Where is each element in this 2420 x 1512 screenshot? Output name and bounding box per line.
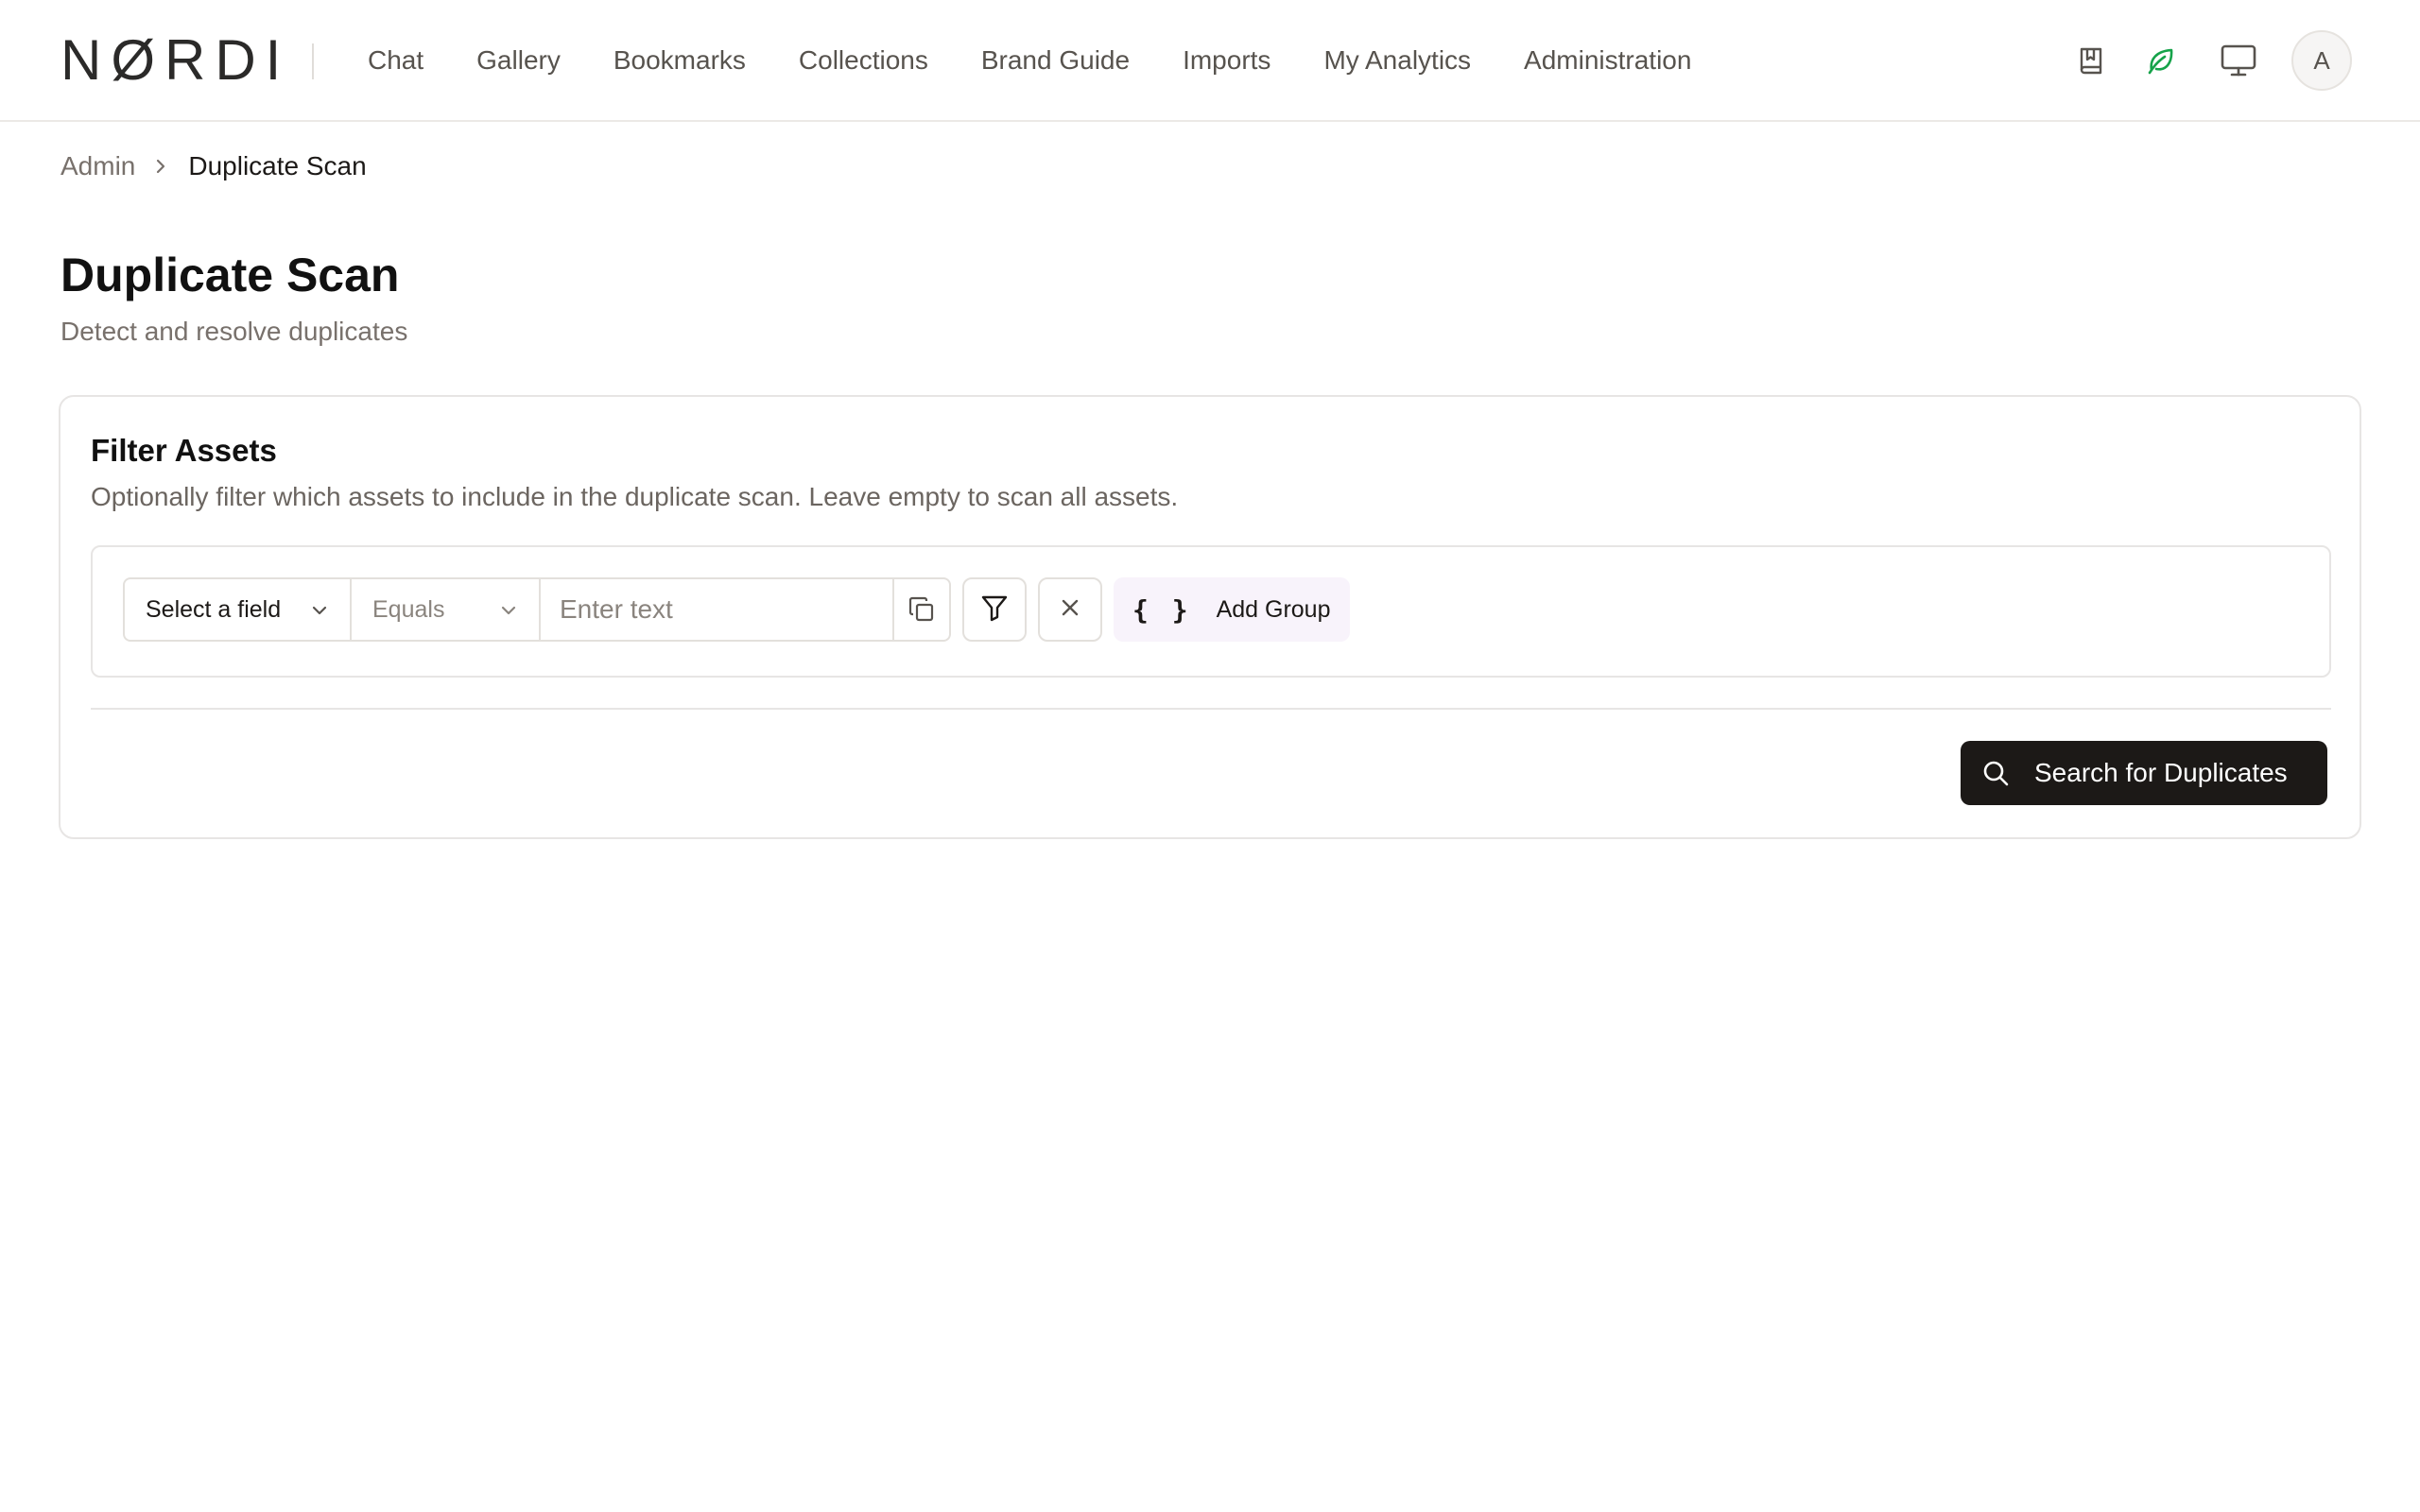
nav-item-collections[interactable]: Collections [799, 45, 928, 76]
nordi-logo[interactable]: NØRDI [60, 32, 290, 89]
filter-rule-controls: Select a field Equals Enter text [123, 577, 951, 642]
close-icon [1059, 596, 1081, 624]
page-subtitle: Detect and resolve duplicates [60, 317, 408, 346]
filter-card-title: Filter Assets [91, 433, 277, 468]
top-navigation-bar: NØRDI Chat Gallery Bookmarks Collections… [0, 0, 2420, 122]
page-title: Duplicate Scan [60, 249, 400, 301]
filter-value-placeholder: Enter text [560, 594, 673, 624]
user-avatar[interactable]: A [2291, 30, 2352, 91]
nav-item-my-analytics[interactable]: My Analytics [1323, 45, 1471, 76]
add-group-label: Add Group [1216, 595, 1331, 623]
search-button-label: Search for Duplicates [2034, 758, 2288, 787]
nav-item-administration[interactable]: Administration [1524, 45, 1691, 76]
copy-icon[interactable] [894, 579, 949, 640]
field-select[interactable]: Select a field [125, 579, 352, 640]
operator-select-label: Equals [372, 595, 445, 623]
nav-item-brand-guide[interactable]: Brand Guide [981, 45, 1130, 76]
breadcrumb-current: Duplicate Scan [188, 151, 367, 180]
filter-builder: Select a field Equals Enter text {} Add… [91, 545, 2331, 678]
add-group-button[interactable]: { } Add Group [1114, 577, 1350, 642]
nav-item-gallery[interactable]: Gallery [476, 45, 561, 76]
filter-value-input[interactable]: Enter text [541, 579, 894, 640]
monitor-icon[interactable] [2218, 42, 2259, 79]
breadcrumb-admin-link[interactable]: Admin [60, 151, 135, 181]
search-icon [1981, 759, 2010, 787]
logo-divider [312, 43, 314, 79]
filter-funnel-icon [979, 593, 1010, 627]
filter-card-description: Optionally filter which assets to includ… [91, 482, 1179, 511]
chevron-down-icon [499, 596, 518, 624]
operator-select[interactable]: Equals [352, 579, 541, 640]
main-nav: Chat Gallery Bookmarks Collections Brand… [368, 0, 1744, 121]
filter-rule-row: Select a field Equals Enter text {} Add… [123, 577, 1350, 642]
remove-rule-button[interactable] [1038, 577, 1102, 642]
search-for-duplicates-button[interactable]: Search for Duplicates [1961, 741, 2327, 805]
breadcrumb: Admin Duplicate Scan [60, 151, 367, 181]
card-divider [91, 708, 2331, 710]
nav-item-imports[interactable]: Imports [1183, 45, 1270, 76]
nav-item-bookmarks[interactable]: Bookmarks [614, 45, 746, 76]
leaf-icon[interactable] [2142, 42, 2180, 79]
field-select-label: Select a field [146, 595, 282, 623]
chevron-right-icon [154, 157, 167, 176]
nav-item-chat[interactable]: Chat [368, 45, 424, 76]
filter-assets-card: Filter Assets Optionally filter which as… [59, 395, 2361, 839]
filter-button[interactable] [962, 577, 1027, 642]
chevron-down-icon [310, 596, 329, 624]
book-bookmark-icon[interactable] [2072, 42, 2110, 79]
braces-icon: { } [1132, 593, 1192, 626]
